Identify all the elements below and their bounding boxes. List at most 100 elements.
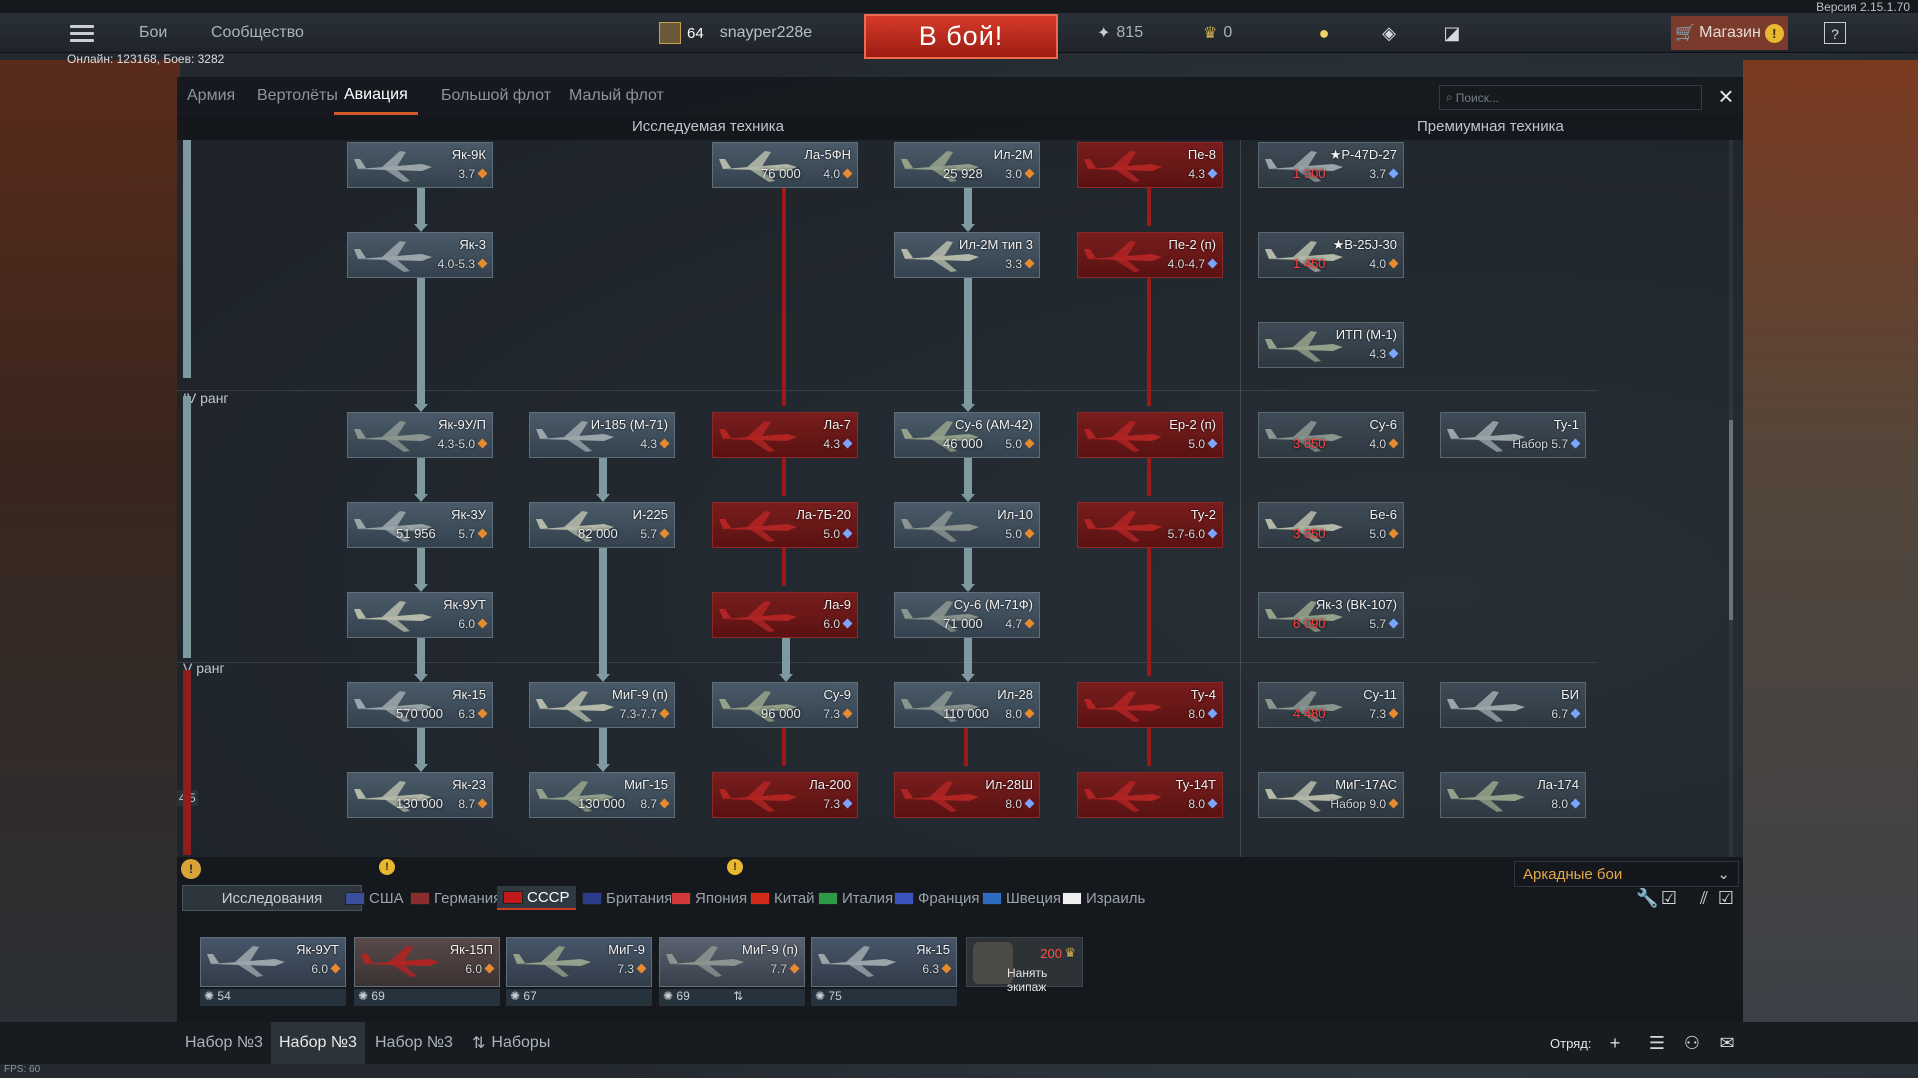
vehicle-tile[interactable]: И-225 5.7 82 000 [529,502,675,548]
vehicle-tile[interactable]: Су-6 (АМ-42) 5.0 46 000 [894,412,1040,458]
vehicle-tile[interactable]: Як-3У 5.7 51 956 [347,502,493,548]
shop-button[interactable]: 🛒 Магазин ! [1671,16,1788,50]
crew-vehicle-tile[interactable]: Як-15П 6.0 [354,937,500,987]
vehicle-tile[interactable]: Ла-9 6.0 [712,592,858,638]
crew-slot[interactable]: МиГ-9 7.3 ✺ 67 [506,937,652,1009]
research-button[interactable]: Исследования [182,885,362,911]
premium-vehicle-tile[interactable]: ИТП (М-1) 4.3 [1258,322,1404,368]
crew-slot[interactable]: Як-15П 6.0 ✺ 69 [354,937,500,1009]
vehicle-name: Ту-14Т [1175,777,1216,792]
premium-vehicle-tile[interactable]: МиГ-17АС Набор 9.0 [1258,772,1404,818]
help-icon[interactable]: ? [1824,22,1846,44]
vehicle-tile[interactable]: Як-15 6.3 570 000 [347,682,493,728]
premium-vehicle-tile[interactable]: Як-3 (ВК-107) 5.7 6 090 [1258,592,1404,638]
vehicle-tile[interactable]: Пе-8 4.3 [1077,142,1223,188]
vehicle-tile[interactable]: МиГ-15 8.7 130 000 [529,772,675,818]
crew-vehicle-tile[interactable]: МиГ-9 (п) 7.7 [659,937,805,987]
vehicle-tile[interactable]: Ла-5ФН 4.0 76 000 [712,142,858,188]
coupon-icon[interactable]: ◪ [1441,22,1463,44]
game-mode-select[interactable]: Аркадные бои ⌄ [1514,861,1739,887]
vehicle-tile[interactable]: Ла-200 7.3 [712,772,858,818]
menu-battles[interactable]: Бои [139,13,167,53]
tab-helicopters[interactable]: Вертолёты [257,77,338,115]
nation-tab[interactable]: Франция [894,886,979,910]
mail-icon[interactable]: ✉ [1716,1032,1738,1054]
vehicle-tile[interactable]: Ил-2М 3.0 25 928 [894,142,1040,188]
crew-vehicle-tile[interactable]: МиГ-9 7.3 [506,937,652,987]
vehicle-tile[interactable]: Ла-7Б-20 5.0 [712,502,858,548]
premium-vehicle-tile[interactable]: Ту-1 Набор 5.7 [1440,412,1586,458]
vehicle-tile[interactable]: МиГ-9 (п) 7.3-7.7 [529,682,675,728]
gold-balance[interactable]: ♛ 0 [1203,13,1232,53]
vehicle-tile[interactable]: Ту-2 5.7-6.0 [1077,502,1223,548]
presets-button[interactable]: ⇅ Наборы [464,1022,558,1064]
nation-tab[interactable]: США [345,886,404,910]
vehicle-tile[interactable]: Ту-14Т 8.0 [1077,772,1223,818]
menu-community[interactable]: Сообщество [211,13,304,53]
vehicle-tile[interactable]: Ил-2М тип 3 3.3 [894,232,1040,278]
premium-vehicle-tile[interactable]: ★P-47D-27 3.7 1 900 [1258,142,1404,188]
player-info[interactable]: 64 snayper228e [659,13,812,53]
checkbox-icon[interactable]: ☑ [1715,887,1737,909]
tree-scrollbar[interactable] [1729,140,1733,857]
tab-bluewater-fleet[interactable]: Большой флот [441,77,551,115]
vehicle-tile[interactable]: Як-9У/П 4.3-5.0 [347,412,493,458]
nation-tab[interactable]: Израиль [1062,886,1145,910]
shield-warning-icon[interactable]: ! [181,859,201,879]
vehicle-tile[interactable]: Ла-7 4.3 [712,412,858,458]
hire-crew-button[interactable]: 200 ♛ Нанять экипаж [966,937,1083,994]
premium-vehicle-tile[interactable]: БИ 6.7 [1440,682,1586,728]
to-battle-button[interactable]: В бой! [864,14,1058,59]
contacts-icon[interactable]: ⚇ [1681,1032,1703,1054]
vehicle-tile[interactable]: Ил-10 5.0 [894,502,1040,548]
vehicle-tile[interactable]: Як-3 4.0-5.3 [347,232,493,278]
hamburger-menu-icon[interactable] [70,25,94,43]
vehicle-tile[interactable]: Ил-28Ш 8.0 [894,772,1040,818]
vehicle-tile[interactable]: И-185 (М-71) 4.3 [529,412,675,458]
crew-slot[interactable]: МиГ-9 (п) 7.7 ✺ 69 ⇅ [659,937,805,1009]
nation-tab[interactable]: Швеция [982,886,1061,910]
vehicle-tile[interactable]: Ил-28 8.0 110 000 [894,682,1040,728]
crew-slot[interactable]: Як-15 6.3 ✺ 75 [811,937,957,1009]
tab-coastal-fleet[interactable]: Малый флот [569,77,664,115]
tab-aviation[interactable]: Авиация [334,77,418,115]
premium-vehicle-tile[interactable]: ★B-25J-30 4.0 1 450 [1258,232,1404,278]
nation-tab[interactable]: Италия [818,886,893,910]
vehicle-tile[interactable]: Су-6 (М-71Ф) 4.7 71 000 [894,592,1040,638]
lightbulb-icon[interactable]: ● [1313,22,1335,44]
repair-icon[interactable]: 🔧 [1636,887,1658,909]
ammo-icon[interactable]: ⫽ [1693,887,1715,909]
premium-vehicle-tile[interactable]: Бе-6 5.0 3 850 [1258,502,1404,548]
swap-icon[interactable]: ⇅ [730,989,743,1003]
vehicle-tile[interactable]: Ту-4 8.0 [1077,682,1223,728]
checkbox-icon[interactable]: ☑ [1658,887,1680,909]
crew-vehicle-tile[interactable]: Як-15 6.3 [811,937,957,987]
preset-2[interactable]: Набор №3 [271,1022,365,1064]
close-icon[interactable]: × [1713,83,1739,109]
vehicle-tile[interactable]: Як-23 8.7 130 000 [347,772,493,818]
vehicle-tile[interactable]: Як-9К 3.7 [347,142,493,188]
premium-vehicle-tile[interactable]: Ла-174 8.0 [1440,772,1586,818]
crew-slot[interactable]: Як-9УТ 6.0 ✺ 54 [200,937,346,1009]
diamond-icon[interactable]: ◈ [1378,22,1400,44]
search-input[interactable]: ⌕ Поиск... [1439,85,1702,110]
vehicle-tile[interactable]: Пе-2 (п) 4.0-4.7 [1077,232,1223,278]
vehicle-tile[interactable]: Ер-2 (п) 5.0 [1077,412,1223,458]
premium-vehicle-tile[interactable]: Су-6 4.0 3 850 [1258,412,1404,458]
nation-tab[interactable]: СССР [497,886,576,910]
nation-tab[interactable]: Китай [750,886,815,910]
nation-tab[interactable]: Германия [410,886,501,910]
silver-balance[interactable]: ✦ 815 [1097,13,1143,53]
tab-army[interactable]: Армия [187,77,235,115]
preset-1[interactable]: Набор №3 [177,1022,271,1064]
list-icon[interactable]: ☰ [1646,1032,1668,1054]
nation-tab[interactable]: Британия [582,886,672,910]
preset-3[interactable]: Набор №3 [367,1022,461,1064]
add-squad-icon[interactable]: + [1604,1032,1626,1054]
premium-vehicle-tile[interactable]: Су-11 7.3 4 480 [1258,682,1404,728]
vehicle-tile[interactable]: Як-9УТ 6.0 [347,592,493,638]
nation-tab[interactable]: Япония [671,886,747,910]
vehicle-tile[interactable]: Су-9 7.3 96 000 [712,682,858,728]
crew-vehicle-tile[interactable]: Як-9УТ 6.0 [200,937,346,987]
scrollbar-thumb[interactable] [1729,420,1733,620]
